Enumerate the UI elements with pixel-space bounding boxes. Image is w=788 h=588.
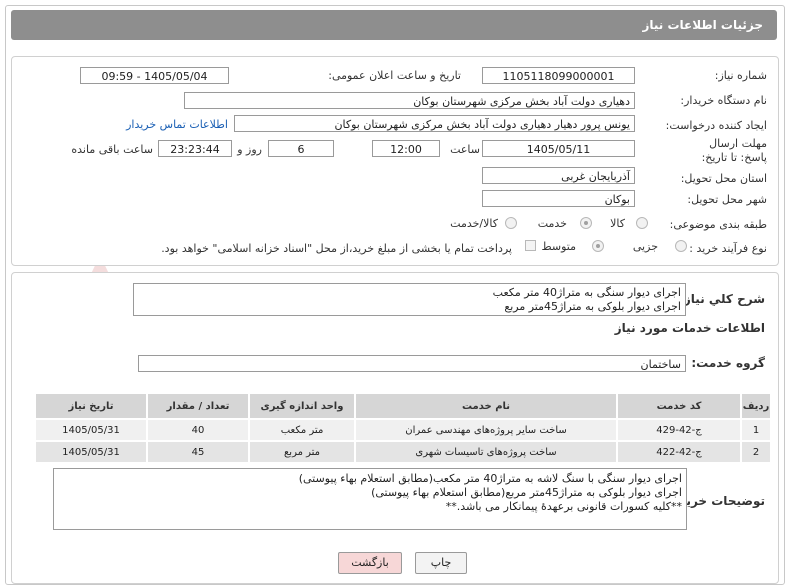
treasury-payment-checkbox[interactable]: [525, 240, 536, 251]
creator-label: ایجاد کننده درخواست:: [665, 119, 767, 132]
creator-field: یونس پرور دهیار دهیاری دولت آباد بخش مرک…: [234, 115, 635, 132]
process-radio-medium[interactable]: [592, 240, 604, 252]
back-button[interactable]: بازگشت: [338, 552, 402, 574]
page-title: جزئیات اطلاعات نیاز: [642, 18, 763, 32]
table-row: 2 ج-42-422 ساخت پروژه‌های تاسیسات شهری م…: [34, 440, 772, 464]
summary-line-1: اجرای دیوار سنگی به متراژ40 متر مکعب: [492, 286, 681, 299]
unit: متر مربع: [248, 440, 356, 464]
col-service-name: نام خدمت: [354, 392, 618, 420]
table-row: 1 ج-42-429 ساخت سایر پروژه‌های مهندسی عم…: [34, 418, 772, 442]
deadline-time-field: 12:00: [372, 140, 440, 157]
days-label: روز و: [237, 143, 262, 156]
col-row: ردیف: [740, 392, 772, 420]
notes-line-1: اجرای دیوار سنگی با سنگ لاشه به متراژ40 …: [298, 472, 682, 485]
remaining-time-field: 23:23:44: [158, 140, 232, 157]
process-option-medium: متوسط: [541, 240, 576, 253]
quantity: 45: [146, 440, 250, 464]
row-number: 2: [740, 440, 772, 464]
buyer-contact-link[interactable]: اطلاعات تماس خریدار: [126, 118, 228, 131]
col-service-code: کد خدمت: [616, 392, 742, 420]
summary-textarea[interactable]: اجرای دیوار سنگی به متراژ40 متر مکعب اجر…: [133, 283, 686, 316]
unit: متر مکعب: [248, 418, 356, 442]
city-label: شهر محل تحویل:: [687, 193, 767, 206]
col-need-date: تاریخ نیاز: [34, 392, 148, 420]
services-section-title: اطلاعات خدمات مورد نیاز: [614, 321, 765, 335]
services-table-header: ردیف کد خدمت نام خدمت واحد اندازه گیری ت…: [34, 392, 772, 420]
need-date: 1405/05/31: [34, 418, 148, 442]
col-quantity: تعداد / مقدار: [146, 392, 250, 420]
notes-line-3: **کلیه کسورات قانونی برعهدهٔ پیمانکار می…: [445, 500, 682, 513]
summary-label: شرح کلي نياز:: [679, 292, 765, 306]
category-option-service: خدمت: [537, 217, 567, 230]
remaining-time-label: ساعت باقی مانده: [71, 143, 153, 156]
buyer-org-field: دهیاری دولت آباد بخش مرکزی شهرستان بوکان: [184, 92, 635, 109]
need-info-section: [11, 56, 779, 266]
process-option-minor: جزیی: [632, 240, 658, 253]
service-code: ج-42-422: [616, 440, 742, 464]
province-field: آذربایجان غربی: [482, 167, 635, 184]
notes-line-2: اجرای دیوار بلوکی به متراژ45متر مربع(مطا…: [371, 486, 682, 499]
services-table: ردیف کد خدمت نام خدمت واحد اندازه گیری ت…: [34, 392, 772, 464]
quantity: 40: [146, 418, 250, 442]
need-date: 1405/05/31: [34, 440, 148, 464]
province-label: استان محل تحویل:: [680, 172, 767, 185]
col-unit: واحد اندازه گیری: [248, 392, 356, 420]
service-code: ج-42-429: [616, 418, 742, 442]
deadline-label: مهلت ارسال پاسخ: تا تاریخ:: [701, 137, 767, 164]
category-radio-goods-service[interactable]: [505, 217, 517, 229]
city-field: بوکان: [482, 190, 635, 207]
announce-date-field: 1405/05/04 - 09:59: [80, 67, 229, 84]
category-option-goods: کالا: [610, 217, 625, 230]
category-option-goods-service: کالا/خدمت: [450, 217, 498, 230]
process-radio-minor[interactable]: [675, 240, 687, 252]
service-name: ساخت سایر پروژه‌های مهندسی عمران: [354, 418, 618, 442]
buyer-notes-textarea[interactable]: اجرای دیوار سنگی با سنگ لاشه به متراژ40 …: [53, 468, 687, 530]
category-radio-goods[interactable]: [636, 217, 648, 229]
process-type-label: نوع فرآیند خرید :: [689, 242, 767, 255]
category-label: طبقه بندی موضوعی:: [669, 218, 767, 231]
deadline-time-label: ساعت: [450, 143, 480, 156]
category-radio-service[interactable]: [580, 217, 592, 229]
treasury-payment-note: پرداخت تمام یا بخشی از مبلغ خرید،از محل …: [161, 242, 512, 255]
service-name: ساخت پروژه‌های تاسیسات شهری: [354, 440, 618, 464]
announce-date-label: تاریخ و ساعت اعلان عمومی:: [328, 69, 461, 82]
need-number-label: شماره نیاز:: [714, 69, 767, 82]
service-group-label: گروه خدمت:: [691, 356, 765, 370]
buyer-org-label: نام دستگاه خریدار:: [680, 94, 767, 107]
print-button[interactable]: چاپ: [415, 552, 467, 574]
deadline-date-field: 1405/05/11: [482, 140, 635, 157]
service-group-field: ساختمان: [138, 355, 686, 372]
need-number-field: 1105118099000001: [482, 67, 635, 84]
days-remaining-field: 6: [268, 140, 334, 157]
row-number: 1: [740, 418, 772, 442]
page-header: جزئیات اطلاعات نیاز: [11, 10, 777, 40]
summary-line-2: اجرای دیوار بلوکی به متراژ45متر مربع: [504, 300, 681, 313]
